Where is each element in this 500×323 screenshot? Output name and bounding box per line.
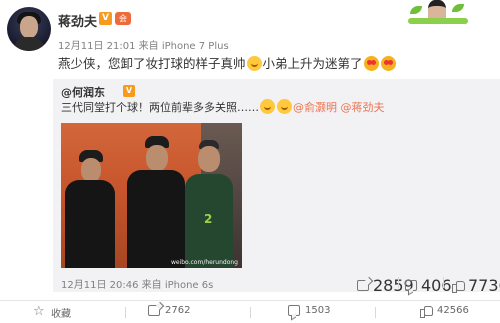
avatar-body (13, 37, 45, 51)
retweet-source: 来自 iPhone 6s (141, 280, 214, 291)
star-icon (33, 304, 46, 320)
retweet-like-count: 7736 (468, 276, 500, 295)
favorite-button[interactable]: 收藏 (33, 304, 71, 320)
grin-emoji-icon (277, 99, 292, 114)
post-time[interactable]: 12月11日 21:01 (58, 41, 135, 52)
retweet-like-button[interactable]: 7736 (452, 276, 500, 295)
retweet-time[interactable]: 12月11日 20:46 (61, 280, 138, 291)
heart-eyes-emoji-icon (380, 56, 396, 71)
post-text-part2: 小弟上升为迷第了 (262, 56, 363, 71)
comment-icon (405, 280, 417, 291)
retweet-text: 三代同堂打个球！两位前辈多多关照…… @俞灏明 @蒋劲夫 (61, 99, 385, 115)
action-bar: 收藏 2762 1503 42566 (0, 300, 500, 323)
avatar-face (20, 16, 38, 38)
share-icon (357, 280, 369, 291)
heart-eyes-emoji-icon (363, 56, 379, 71)
thumbs-up-icon (452, 280, 465, 293)
share-icon (148, 305, 160, 316)
card-decoration-image (408, 0, 468, 26)
weibo-post-card: 蒋劲夫 V 会 12月11日 21:01 来自 iPhone 7 Plus 燕少… (0, 0, 500, 323)
share-count: 2762 (165, 305, 191, 316)
thumbs-up-icon (420, 305, 433, 318)
grin-emoji-icon (260, 99, 275, 114)
author-avatar[interactable] (7, 7, 51, 51)
retweet-box[interactable]: @何润东 V 三代同堂打个球！两位前辈多多关照…… @俞灏明 @蒋劲夫 2 we… (53, 79, 500, 295)
retweet-text-body: 三代同堂打个球！两位前辈多多关照…… (61, 101, 259, 114)
retweet-comment-button[interactable]: 406 (405, 276, 452, 295)
share-button[interactable]: 2762 (148, 305, 190, 316)
like-button[interactable]: 42566 (420, 305, 469, 318)
post-source: 来自 iPhone 7 Plus (138, 41, 229, 52)
retweet-photo[interactable]: 2 weibo.com/herundong (61, 123, 242, 268)
retweet-comment-count: 406 (421, 276, 452, 295)
mention-link[interactable]: @蒋劲夫 (341, 101, 385, 114)
post-text-part1: 燕少侠，您卸了妆打球的样子真帅 (58, 56, 246, 71)
member-badge-icon: 会 (115, 12, 131, 25)
mention-link[interactable]: @俞灏明 (293, 101, 337, 114)
retweet-meta: 12月11日 20:46 来自 iPhone 6s (61, 276, 213, 291)
retweet-verified-badge-icon: V (123, 85, 135, 97)
post-meta: 12月11日 21:01 来自 iPhone 7 Plus (58, 37, 229, 52)
comment-button[interactable]: 1503 (288, 305, 330, 316)
comment-icon (288, 305, 300, 316)
author-name[interactable]: 蒋劲夫 (58, 11, 97, 30)
retweet-author[interactable]: @何润东 (61, 84, 105, 100)
post-text: 燕少侠，您卸了妆打球的样子真帅 小弟上升为迷第了 (58, 53, 397, 72)
shy-emoji-icon (246, 56, 262, 71)
favorite-label: 收藏 (51, 309, 71, 320)
verified-badge-icon: V (99, 12, 112, 25)
comment-count: 1503 (305, 305, 331, 316)
jersey-number: 2 (204, 212, 213, 226)
like-count: 42566 (437, 305, 469, 316)
photo-watermark: weibo.com/herundong (170, 259, 238, 266)
